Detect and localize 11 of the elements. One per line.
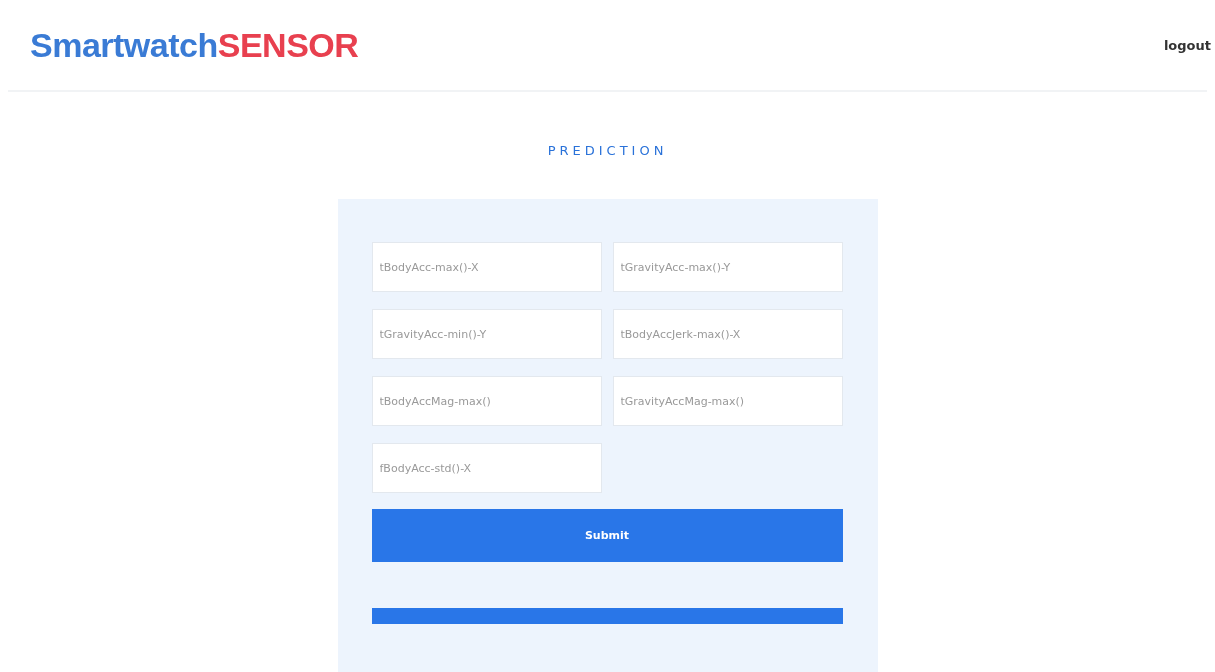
- input-field[interactable]: tGravityAccMag-max(): [612, 376, 843, 426]
- input-field[interactable]: tGravityAcc-min()-Y: [371, 309, 602, 359]
- section-title: PREDICTION: [546, 143, 669, 159]
- input-field[interactable]: tGravityAcc-max()-Y: [612, 242, 843, 292]
- input-field[interactable]: tBodyAcc-max()-X: [371, 242, 602, 292]
- input-field[interactable]: tBodyAccJerk-max()-X: [612, 309, 843, 359]
- submit-button[interactable]: Submit: [371, 509, 843, 562]
- site-logo[interactable]: SmartwatchSENSOR: [30, 25, 359, 65]
- input-field[interactable]: fBodyAcc-std()-X: [371, 443, 602, 493]
- nav-link[interactable]: logout: [1163, 37, 1211, 53]
- input-field[interactable]: tBodyAccMag-max(): [371, 376, 602, 426]
